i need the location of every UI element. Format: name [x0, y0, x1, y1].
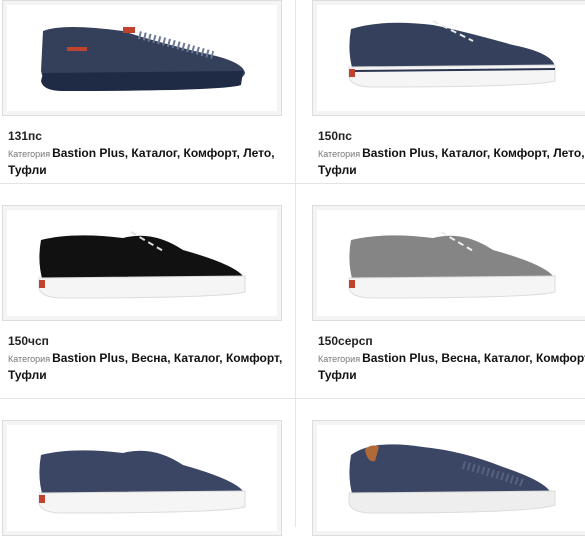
shoe-image — [38, 450, 246, 514]
product-sku[interactable]: 150чсп — [8, 334, 49, 348]
product-image-frame[interactable] — [312, 420, 585, 536]
product-image-frame[interactable] — [2, 0, 282, 116]
product-image-frame[interactable] — [312, 205, 585, 321]
category-prefix: Категория — [318, 149, 361, 159]
shoe-image — [348, 444, 556, 514]
shoe-image — [348, 231, 556, 299]
product-categories: Категория Bastion Plus, Весна, Каталог, К… — [318, 350, 585, 383]
product-image-frame[interactable] — [312, 0, 585, 116]
shoe-image — [41, 27, 245, 91]
product-image-frame[interactable] — [2, 420, 282, 536]
product-sku[interactable]: 131пс — [8, 129, 42, 143]
shoe-image — [38, 231, 246, 299]
column-divider — [295, 0, 296, 527]
row-divider — [0, 398, 585, 399]
row-divider — [0, 183, 585, 184]
product-categories: Категория Bastion Plus, Каталог, Комфорт,… — [8, 145, 283, 178]
category-prefix: Категория — [318, 354, 361, 364]
product-sku[interactable]: 150серсп — [318, 334, 373, 348]
product-categories: Категория Bastion Plus, Весна, Каталог, К… — [8, 350, 283, 383]
category-prefix: Категория — [8, 354, 51, 364]
shoe-image — [348, 20, 556, 88]
product-sku[interactable]: 150пс — [318, 129, 352, 143]
category-prefix: Категория — [8, 149, 51, 159]
product-image-frame[interactable] — [2, 205, 282, 321]
product-categories: Категория Bastion Plus, Каталог, Комфорт,… — [318, 145, 585, 178]
